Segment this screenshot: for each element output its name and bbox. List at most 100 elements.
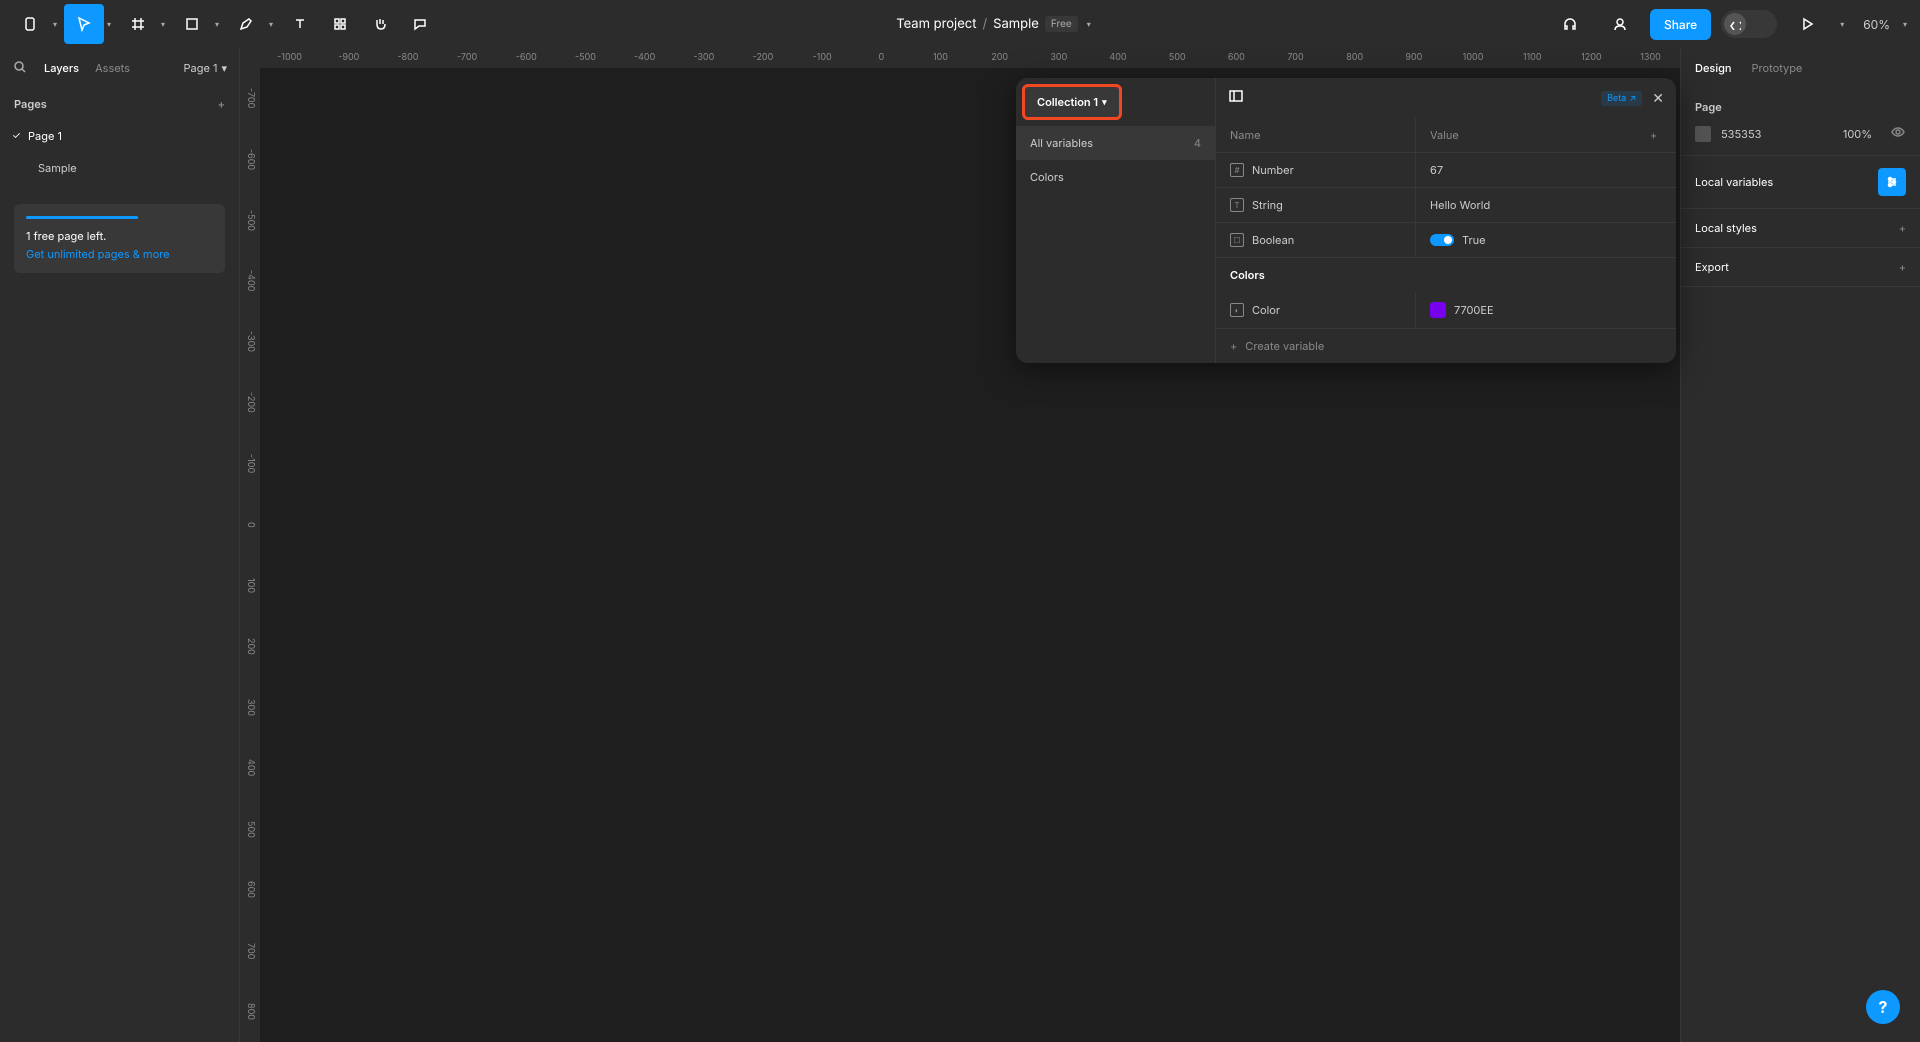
settings-icon: [1884, 174, 1900, 190]
text-tool[interactable]: [280, 4, 320, 44]
variable-name: Boolean: [1252, 233, 1294, 247]
right-sidebar: Design Prototype Page 535353 100% Local …: [1680, 48, 1920, 1042]
color-type-icon: ◐: [1230, 303, 1244, 317]
ruler-tick: 1300: [1621, 48, 1680, 68]
group-colors[interactable]: Colors: [1016, 160, 1215, 194]
move-tool[interactable]: [64, 4, 104, 44]
add-style-button[interactable]: +: [1899, 221, 1906, 235]
project-name[interactable]: Team project: [896, 16, 976, 32]
ruler-vertical: -700-600-500-400-300-200-100010020030040…: [240, 68, 260, 1042]
create-variable-button[interactable]: + Create variable: [1216, 329, 1676, 363]
add-mode-button[interactable]: +: [1636, 118, 1676, 152]
close-button[interactable]: ✕: [1652, 90, 1664, 107]
shape-tool[interactable]: [172, 4, 212, 44]
audio-button[interactable]: [1550, 4, 1590, 44]
collection-dropdown[interactable]: Collection 1 ▾: [1022, 84, 1122, 120]
variable-row[interactable]: TStringHello World: [1216, 188, 1676, 223]
group-all-variables[interactable]: All variables 4: [1016, 126, 1215, 160]
variable-row[interactable]: #Number67: [1216, 153, 1676, 188]
rectangle-icon: [184, 16, 200, 32]
ruler-tick: -200: [733, 48, 792, 68]
page-item[interactable]: Page 1: [0, 120, 239, 152]
ruler-tick: -600: [497, 48, 556, 68]
tab-layers[interactable]: Layers: [44, 61, 79, 75]
tab-prototype[interactable]: Prototype: [1752, 61, 1803, 75]
page-label: Page: [1695, 100, 1906, 114]
chevron-down-icon: ▾: [221, 61, 227, 75]
ruler-tick: -100: [240, 433, 260, 494]
plus-icon: +: [1230, 339, 1237, 353]
person-icon: [1612, 16, 1628, 32]
chevron-down-icon[interactable]: ▾: [266, 19, 276, 29]
chevron-down-icon[interactable]: ▾: [1837, 19, 1847, 29]
frame-icon: [130, 16, 146, 32]
help-button[interactable]: ?: [1866, 990, 1900, 1024]
ruler-tick: -700: [240, 68, 260, 129]
chevron-down-icon[interactable]: ▾: [104, 19, 114, 29]
resources-icon: [332, 16, 348, 32]
boolean-toggle[interactable]: [1430, 234, 1454, 246]
beta-badge[interactable]: Beta↗: [1601, 91, 1642, 106]
promo-text: 1 free page left.: [26, 229, 106, 243]
chevron-down-icon[interactable]: ▾: [212, 19, 222, 29]
ruler-tick: 300: [1029, 48, 1088, 68]
variable-row[interactable]: ☐BooleanTrue: [1216, 223, 1676, 258]
hand-tool[interactable]: [360, 4, 400, 44]
local-variables-label: Local variables: [1695, 175, 1773, 189]
ruler-tick: -200: [240, 372, 260, 433]
hand-icon: [372, 16, 388, 32]
zoom-level[interactable]: 60%: [1863, 17, 1890, 32]
local-variables-button[interactable]: [1878, 168, 1906, 196]
string-type-icon: T: [1230, 198, 1244, 212]
ruler-tick: 600: [240, 859, 260, 920]
visibility-icon[interactable]: [1890, 124, 1906, 143]
page-color-swatch[interactable]: [1695, 126, 1711, 142]
group-header-colors: Colors: [1216, 258, 1676, 292]
present-button[interactable]: [1787, 4, 1827, 44]
toolbar: ▾ ▾ ▾ ▾ ▾ Team project / Sample Free ▾ S…: [0, 0, 1920, 48]
ruler-horizontal: -1000-900-800-700-600-500-400-300-200-10…: [260, 48, 1680, 68]
color-swatch[interactable]: [1430, 302, 1446, 318]
ruler-tick: -900: [319, 48, 378, 68]
tab-design[interactable]: Design: [1695, 61, 1732, 75]
breadcrumb-separator: /: [982, 16, 987, 32]
avatar[interactable]: [1600, 4, 1640, 44]
variable-name: String: [1252, 198, 1283, 212]
page-color-hex[interactable]: 535353: [1721, 127, 1761, 141]
ruler-tick: -1000: [260, 48, 319, 68]
pen-tool[interactable]: [226, 4, 266, 44]
frame-tool[interactable]: [118, 4, 158, 44]
share-button[interactable]: Share: [1650, 9, 1711, 40]
variable-name: Color: [1252, 303, 1280, 317]
ruler-tick: 400: [240, 738, 260, 799]
export-label: Export: [1695, 260, 1729, 274]
page-dropdown[interactable]: Page 1▾: [184, 61, 227, 75]
dev-mode-toggle[interactable]: [1721, 10, 1777, 38]
add-page-button[interactable]: +: [218, 97, 225, 111]
text-icon: [292, 16, 308, 32]
file-name[interactable]: Sample: [993, 16, 1039, 32]
tab-assets[interactable]: Assets: [95, 61, 130, 75]
add-export-button[interactable]: +: [1899, 260, 1906, 274]
main-menu[interactable]: [10, 4, 50, 44]
ruler-tick: 800: [240, 981, 260, 1042]
comment-tool[interactable]: [400, 4, 440, 44]
chevron-down-icon[interactable]: ▾: [1084, 19, 1094, 29]
layer-item[interactable]: Sample: [0, 152, 239, 184]
variable-row[interactable]: ◐ Color 7700EE: [1216, 292, 1676, 329]
chevron-down-icon[interactable]: ▾: [158, 19, 168, 29]
chevron-down-icon[interactable]: ▾: [1900, 19, 1910, 29]
number-type-icon: #: [1230, 163, 1244, 177]
ruler-tick: 300: [240, 677, 260, 738]
play-icon: [1799, 16, 1815, 32]
sidebar-toggle-icon[interactable]: [1228, 88, 1244, 108]
chevron-down-icon[interactable]: ▾: [50, 19, 60, 29]
modal-sidebar: Collection 1 ▾ All variables 4 Colors: [1016, 78, 1216, 363]
promo-link[interactable]: Get unlimited pages & more: [26, 247, 213, 261]
ruler-tick: 900: [1384, 48, 1443, 68]
search-icon[interactable]: [12, 59, 28, 78]
ruler-tick: -500: [240, 190, 260, 251]
resources-tool[interactable]: [320, 4, 360, 44]
ruler-tick: 600: [1207, 48, 1266, 68]
page-color-opacity[interactable]: 100%: [1843, 127, 1872, 141]
